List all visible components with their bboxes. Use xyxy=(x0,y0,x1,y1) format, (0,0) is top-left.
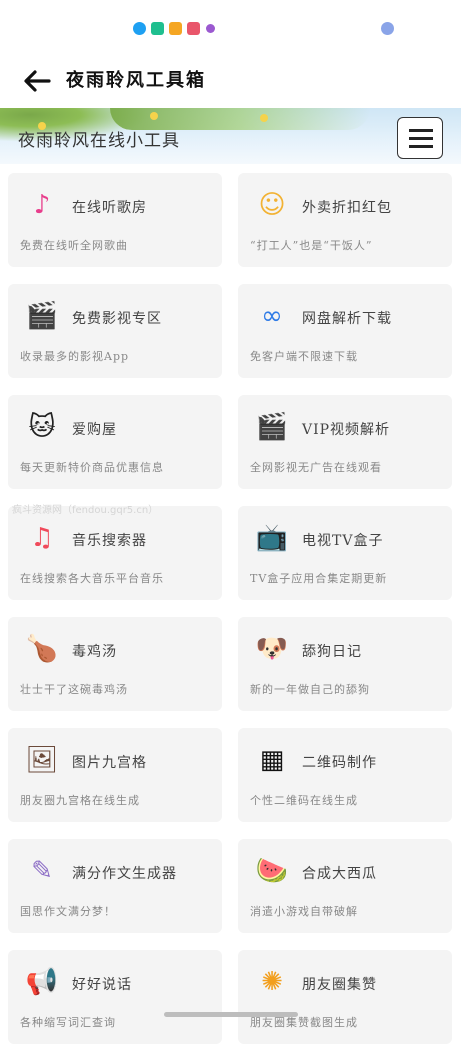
tool-description: 新的一年做自己的舔狗 xyxy=(250,683,370,696)
back-button[interactable] xyxy=(20,64,54,98)
app-icon xyxy=(206,24,215,33)
watermelon-icon: 🍉 xyxy=(255,856,289,886)
tool-card[interactable]: 🍗 毒鸡汤壮士干了这碗毒鸡汤 xyxy=(8,617,222,711)
tool-card[interactable]: ♪ 在线听歌房免费在线听全网歌曲 xyxy=(8,173,222,267)
qq-icon xyxy=(133,22,146,35)
tool-title: 毒鸡汤 xyxy=(72,644,117,660)
tool-card[interactable]: 🎬 VIP视频解析全网影视无广告在线观看 xyxy=(238,395,452,489)
app-icon xyxy=(381,22,394,35)
tool-card[interactable]: 🐶 舔狗日记新的一年做自己的舔狗 xyxy=(238,617,452,711)
flower-decoration xyxy=(260,114,268,122)
shield-icon xyxy=(151,22,164,35)
meme-face-icon: ☺ xyxy=(258,190,286,220)
tool-card[interactable]: ☺ 外卖折扣红包 “打工人”也是“干饭人” xyxy=(238,173,452,267)
shopping-cat-icon: 🐱 xyxy=(28,412,56,442)
tool-card[interactable]: 🖼 图片九宫格朋友圈九宫格在线生成 xyxy=(8,728,222,822)
app-icon xyxy=(169,22,182,35)
tool-card[interactable]: ▦ 二维码制作个性二维码在线生成 xyxy=(238,728,452,822)
tool-card[interactable]: ♫ 音乐搜索器在线搜索各大音乐平台音乐 xyxy=(8,506,222,600)
aperture-icon: ✺ xyxy=(261,967,283,997)
tool-title: 朋友圈集赞 xyxy=(302,977,377,993)
status-bar xyxy=(0,0,461,58)
tool-card[interactable]: 🍉 合成大西瓜消遣小游戏自带破解 xyxy=(238,839,452,933)
tool-description: 全网影视无广告在线观看 xyxy=(250,461,382,474)
tool-title: 电视TV盒子 xyxy=(302,533,384,549)
tool-card[interactable]: 📺 电视TV盒子 TV盒子应用合集定期更新 xyxy=(238,506,452,600)
tool-title: 满分作文生成器 xyxy=(72,866,177,882)
cloud-disk-icon: ∞ xyxy=(261,301,283,331)
tool-title: 合成大西瓜 xyxy=(302,866,377,882)
tool-title: 爱购屋 xyxy=(72,422,117,438)
tool-title: 在线听歌房 xyxy=(72,200,147,216)
tool-title: 音乐搜索器 xyxy=(72,533,147,549)
tool-title: 网盘解析下载 xyxy=(302,311,392,327)
tool-card[interactable]: 📢 好好说话 各种缩写词汇查询 xyxy=(8,950,222,1044)
tool-title: 舔狗日记 xyxy=(302,644,362,660)
arrow-left-icon xyxy=(24,70,51,92)
watermark: 疯斗资源网（fendou.gqr5.cn） xyxy=(12,505,159,516)
tool-title: 好好说话 xyxy=(72,977,132,993)
doge-icon: 🐶 xyxy=(255,634,289,664)
menu-icon xyxy=(409,145,433,148)
tool-description: 免费在线听全网歌曲 xyxy=(20,239,128,252)
tool-card[interactable]: 🎬 免费影视专区收录最多的影视App xyxy=(8,284,222,378)
tool-description: 收录最多的影视App xyxy=(20,350,130,363)
menu-button[interactable] xyxy=(397,117,443,159)
tool-title: VIP视频解析 xyxy=(302,422,391,438)
menu-icon xyxy=(409,129,433,132)
home-indicator xyxy=(164,1012,298,1017)
page-title: 夜雨聆风工具箱 xyxy=(66,70,206,91)
music-note-icon: ♪ xyxy=(33,190,51,220)
banner-title: 夜雨聆风在线小工具 xyxy=(18,131,180,151)
roast-chicken-icon: 🍗 xyxy=(25,634,59,664)
tool-title: 免费影视专区 xyxy=(72,311,162,327)
music-app-icon: ♫ xyxy=(30,523,54,553)
tool-title: 二维码制作 xyxy=(302,755,377,771)
clapperboard-icon: 🎬 xyxy=(25,301,59,331)
tool-description: 壮士干了这碗毒鸡汤 xyxy=(20,683,128,696)
flower-decoration xyxy=(150,112,158,120)
app-bar: 夜雨聆风工具箱 xyxy=(0,58,461,108)
tool-card[interactable]: 🐱 爱购屋每天更新特价商品优惠信息 xyxy=(8,395,222,489)
tool-description: 免客户端不限速下载 xyxy=(250,350,358,363)
tool-card[interactable]: ✺ 朋友圈集赞 朋友圈集赞截图生成 xyxy=(238,950,452,1044)
tool-description: 朋友圈九宫格在线生成 xyxy=(20,794,140,807)
tool-title: 外卖折扣红包 xyxy=(302,200,392,216)
tool-description: 国思作文满分梦！ xyxy=(20,905,116,918)
tool-description: 消遣小游戏自带破解 xyxy=(250,905,358,918)
menu-icon xyxy=(409,137,433,140)
app-icon xyxy=(187,22,200,35)
tool-description: 个性二维码在线生成 xyxy=(250,794,358,807)
tool-description: TV盒子应用合集定期更新 xyxy=(250,572,388,585)
tool-title: 图片九宫格 xyxy=(72,755,147,771)
clapperboard-icon: 🎬 xyxy=(255,412,289,442)
tool-card[interactable]: ∞ 网盘解析下载免客户端不限速下载 xyxy=(238,284,452,378)
writing-icon: ✎ xyxy=(31,856,53,886)
tool-description: “打工人”也是“干饭人” xyxy=(250,239,373,252)
tool-card[interactable]: ✎ 满分作文生成器国思作文满分梦！ xyxy=(8,839,222,933)
portrait-icon: 🖼 xyxy=(25,745,59,775)
tv-icon: 📺 xyxy=(255,523,289,553)
qr-code-icon: ▦ xyxy=(259,745,285,775)
tool-description: 每天更新特价商品优惠信息 xyxy=(20,461,164,474)
megaphone-icon: 📢 xyxy=(25,967,59,997)
banner: 夜雨聆风在线小工具 xyxy=(0,108,461,164)
tool-description: 在线搜索各大音乐平台音乐 xyxy=(20,572,164,585)
